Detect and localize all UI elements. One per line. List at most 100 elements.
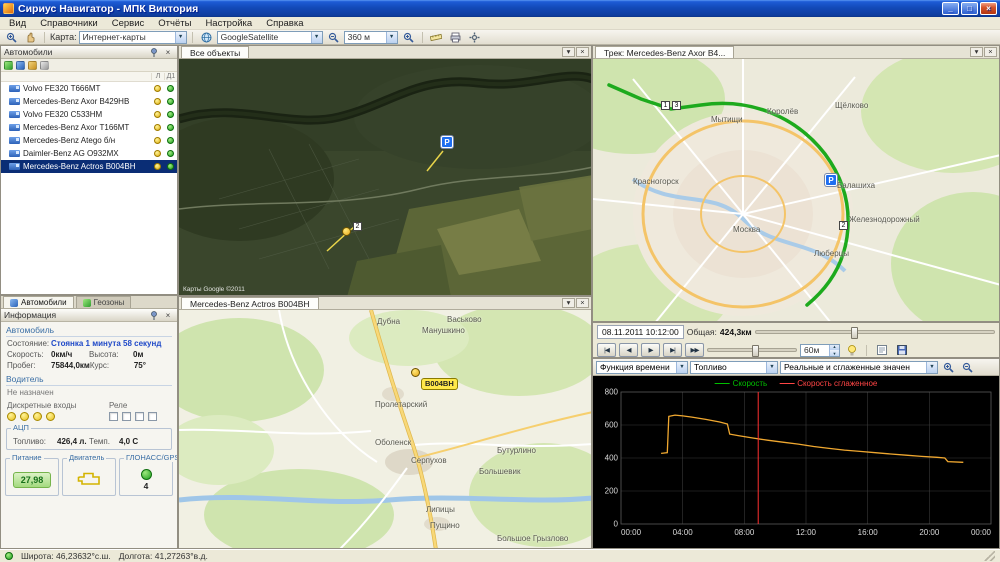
tab-all-objects[interactable]: Все объекты <box>181 46 249 58</box>
panel-close-icon[interactable]: × <box>984 47 997 57</box>
close-panel-icon[interactable]: × <box>162 47 174 57</box>
relay-checkbox[interactable] <box>135 412 144 421</box>
panel-menu-icon[interactable]: ▾ <box>562 47 575 57</box>
vehicle-label: Mercedes-Benz Axor В429НВ <box>23 97 151 106</box>
vehicle-row[interactable]: Mercedes-Benz Axor В429НВ <box>1 95 177 108</box>
vehicle-plate-callout[interactable]: В004ВН <box>421 378 458 390</box>
track-map-canvas[interactable]: КрасногорскМытищиКоролёвЩёлковоБалашихаЖ… <box>593 59 999 321</box>
map-town-label: Липицы <box>426 505 455 514</box>
pan-icon[interactable] <box>22 31 39 44</box>
track-point-marker[interactable]: 1 <box>661 101 670 110</box>
chart-zoom-in-icon[interactable] <box>940 361 957 374</box>
zoom-in-icon[interactable] <box>3 31 20 44</box>
adc-section-label: АЦП <box>11 424 31 432</box>
menu-directories[interactable]: Справочники <box>33 17 105 29</box>
vehicle-row-selected[interactable]: Mercedes-Benz Actros В004ВН <box>1 160 177 173</box>
track-point-marker[interactable]: 2 <box>353 222 362 231</box>
vehicle-row[interactable]: Daimler-Benz AG О932МХ <box>1 147 177 160</box>
ruler-icon[interactable] <box>428 31 445 44</box>
menu-help[interactable]: Справка <box>259 17 310 29</box>
track-point-marker[interactable]: 3 <box>672 101 681 110</box>
resize-grip[interactable] <box>983 551 995 561</box>
zoom-out-map-icon[interactable] <box>325 31 342 44</box>
menu-service[interactable]: Сервис <box>105 17 152 29</box>
vehicle-row[interactable]: Volvo FE320 С533НМ <box>1 108 177 121</box>
tab-track[interactable]: Трек: Mercedes-Benz Axor В4... <box>595 46 734 58</box>
timeline-slider[interactable] <box>755 330 995 334</box>
vehicle-position-marker[interactable] <box>342 227 351 236</box>
chart-zoom-out-icon[interactable] <box>959 361 976 374</box>
vehicle-row[interactable]: Mercedes-Benz Atego б/н <box>1 134 177 147</box>
interval-combo[interactable]: 60м ▲▼ <box>800 344 840 357</box>
truck-icon <box>9 150 20 157</box>
speed-value: 0км/ч <box>51 350 72 359</box>
parking-marker[interactable]: P <box>441 136 453 148</box>
skip-start-button[interactable]: |◀ <box>597 343 616 357</box>
zoom-in-map-icon[interactable] <box>400 31 417 44</box>
play-button[interactable]: ▶ <box>641 343 660 357</box>
map-town-label: Пущино <box>430 521 460 530</box>
map-source-combo[interactable]: Интернет-карты ▼ <box>79 31 187 44</box>
relay-checkbox[interactable] <box>109 412 118 421</box>
maximize-button[interactable]: □ <box>961 2 978 15</box>
pin-icon[interactable] <box>148 310 160 320</box>
menu-reports[interactable]: Отчёты <box>151 17 198 29</box>
chart-plot-area[interactable]: 020040060080000:0004:0008:0012:0016:0020… <box>593 376 999 548</box>
tab-geozones[interactable]: Геозоны <box>76 296 132 308</box>
vehicle-row[interactable]: Volvo FE320 Т666МТ <box>1 82 177 95</box>
gear-icon[interactable] <box>466 31 483 44</box>
vehicle-row[interactable]: Mercedes-Benz Axor Т166МТ <box>1 121 177 134</box>
skip-end-button[interactable]: ▶| <box>663 343 682 357</box>
chevron-down-icon: ▼ <box>766 362 777 373</box>
follow-vehicle-icon[interactable] <box>16 61 25 70</box>
globe-icon[interactable] <box>198 31 215 44</box>
spinner-icon[interactable]: ▲▼ <box>829 344 839 357</box>
pin-icon[interactable] <box>148 47 160 57</box>
tab-vehicles[interactable]: Автомобили <box>3 296 74 308</box>
minimize-button[interactable]: _ <box>942 2 959 15</box>
columns-icon[interactable] <box>28 61 37 70</box>
printer-icon[interactable] <box>447 31 464 44</box>
panel-menu-icon[interactable]: ▾ <box>562 298 575 308</box>
timeline-thumb[interactable] <box>851 327 858 339</box>
save-icon[interactable] <box>893 344 910 357</box>
discrete-input-led <box>33 412 42 421</box>
satellite-imagery <box>179 59 591 295</box>
speed-slider[interactable] <box>707 348 797 352</box>
map-provider-combo[interactable]: GoogleSatellite ▼ <box>217 31 323 44</box>
refresh-icon[interactable] <box>40 61 49 70</box>
close-button[interactable]: × <box>980 2 997 15</box>
relay-checkbox[interactable] <box>122 412 131 421</box>
panel-menu-icon[interactable]: ▾ <box>970 47 983 57</box>
vehicle-map-canvas[interactable]: ВаськовоМанушкиноДубнаПролетарскийОболен… <box>179 310 591 548</box>
town-labels-layer: КрасногорскМытищиКоролёвЩёлковоБалашихаЖ… <box>593 59 999 321</box>
panel-close-icon[interactable]: × <box>576 47 589 57</box>
title-bar[interactable]: Сириус Навигатор - МПК Виктория _ □ × <box>0 0 1000 17</box>
chevron-down-icon: ▼ <box>175 32 186 43</box>
parking-marker[interactable]: P <box>825 174 837 186</box>
info-panel-header: Информация × <box>1 309 177 322</box>
connection-status-icon <box>5 552 13 560</box>
relay-checkbox[interactable] <box>148 412 157 421</box>
parameter-combo[interactable]: Топливо ▼ <box>690 361 778 374</box>
bulb-icon[interactable] <box>843 344 860 357</box>
vehicle-position-marker[interactable] <box>411 368 420 377</box>
fast-forward-button[interactable]: ▶▶ <box>685 343 704 357</box>
function-combo[interactable]: Функция времени ▼ <box>596 361 688 374</box>
map-scale-combo[interactable]: 360 м ▼ <box>344 31 398 44</box>
close-panel-icon[interactable]: × <box>162 310 174 320</box>
height-value: 0м <box>133 350 143 359</box>
track-point-marker[interactable]: 2 <box>839 221 848 230</box>
state-label: Состояние: <box>7 339 51 348</box>
step-back-button[interactable]: ◀ <box>619 343 638 357</box>
svg-text:04:00: 04:00 <box>673 528 694 537</box>
show-all-icon[interactable] <box>4 61 13 70</box>
menu-settings[interactable]: Настройка <box>198 17 259 29</box>
satellite-map-canvas[interactable]: P 2 Карты Google ©2011 <box>179 59 591 295</box>
tab-vehicle-map[interactable]: Mercedes-Benz Actros В004ВН <box>181 297 319 309</box>
menu-view[interactable]: Вид <box>2 17 33 29</box>
mode-combo[interactable]: Реальные и сглаженные значен ▼ <box>780 361 938 374</box>
report-icon[interactable] <box>873 344 890 357</box>
panel-close-icon[interactable]: × <box>576 298 589 308</box>
speed-thumb[interactable] <box>752 345 759 357</box>
